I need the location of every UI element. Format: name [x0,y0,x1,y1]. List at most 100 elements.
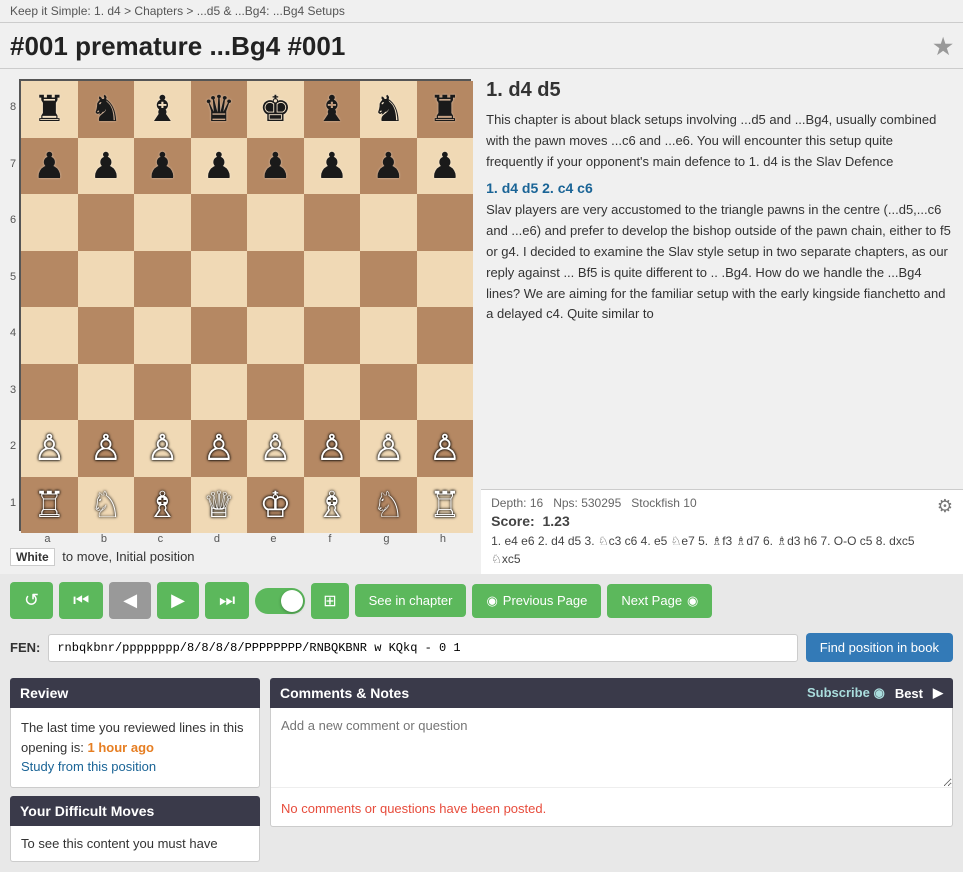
prev-move-button[interactable]: ◀ [109,582,151,619]
board-cell-a1[interactable]: ♖ [21,477,78,534]
board-cell-a6[interactable] [21,194,78,251]
rank-label-2: 2 [10,418,16,475]
board-cell-b3[interactable] [78,364,135,421]
board-cell-a5[interactable] [21,251,78,308]
board-cell-g6[interactable] [360,194,417,251]
board-cell-e3[interactable] [247,364,304,421]
board-cell-d5[interactable] [191,251,248,308]
review-time: 1 hour ago [88,740,154,755]
board-cell-f8[interactable]: ♝ [304,81,361,138]
board-cell-g8[interactable]: ♞ [360,81,417,138]
board-cell-g2[interactable]: ♙ [360,420,417,477]
board-cell-b2[interactable]: ♙ [78,420,135,477]
chess-board[interactable]: ♜♞♝♛♚♝♞♜♟♟♟♟♟♟♟♟♙♙♙♙♙♙♙♙♖♘♗♕♔♗♘♖ [19,79,471,531]
board-cell-f1[interactable]: ♗ [304,477,361,534]
board-cell-d8[interactable]: ♛ [191,81,248,138]
board-cell-c8[interactable]: ♝ [134,81,191,138]
fen-input[interactable] [48,634,797,662]
file-e: e [245,533,302,545]
subscribe-link[interactable]: Subscribe ◉ [807,685,885,701]
board-cell-e4[interactable] [247,307,304,364]
board-cell-f7[interactable]: ♟ [304,138,361,195]
see-in-chapter-button[interactable]: See in chapter [355,584,467,617]
board-cell-a7[interactable]: ♟ [21,138,78,195]
board-cell-f4[interactable] [304,307,361,364]
board-cell-d6[interactable] [191,194,248,251]
board-cell-h2[interactable]: ♙ [417,420,474,477]
board-cell-g3[interactable] [360,364,417,421]
board-cell-b5[interactable] [78,251,135,308]
board-cell-c2[interactable]: ♙ [134,420,191,477]
board-cell-g4[interactable] [360,307,417,364]
board-cell-c4[interactable] [134,307,191,364]
board-cell-h4[interactable] [417,307,474,364]
board-cell-h1[interactable]: ♖ [417,477,474,534]
board-cell-h3[interactable] [417,364,474,421]
find-position-button[interactable]: Find position in book [806,633,953,662]
board-cell-e8[interactable]: ♚ [247,81,304,138]
board-cell-b6[interactable] [78,194,135,251]
board-cell-a8[interactable]: ♜ [21,81,78,138]
board-cell-f3[interactable] [304,364,361,421]
fen-row: FEN: Find position in book [0,627,963,668]
rank-label-1: 1 [10,475,16,532]
engine-moves: 1. e4 e6 2. d4 d5 3. ♘c3 c6 4. e5 ♘e7 5.… [491,532,931,568]
board-cell-e7[interactable]: ♟ [247,138,304,195]
board-cell-h7[interactable]: ♟ [417,138,474,195]
engine-settings-button[interactable]: ⚙ [937,496,953,517]
previous-page-button[interactable]: ◉ Previous Page [472,584,601,618]
board-cell-f6[interactable] [304,194,361,251]
board-cell-b1[interactable]: ♘ [78,477,135,534]
board-cell-e1[interactable]: ♔ [247,477,304,534]
board-cell-c5[interactable] [134,251,191,308]
next-page-button[interactable]: Next Page ◉ [607,584,712,618]
board-cell-d1[interactable]: ♕ [191,477,248,534]
comments-header: Comments & Notes Subscribe ◉ Best ▶ [270,678,953,708]
comment-input[interactable] [271,708,952,788]
board-cell-h5[interactable] [417,251,474,308]
board-cell-f2[interactable]: ♙ [304,420,361,477]
content-paragraph-1: This chapter is about black setups invol… [486,110,953,172]
board-cell-d4[interactable] [191,307,248,364]
move-line-1[interactable]: 1. d4 d5 2. c4 c6 [486,180,953,196]
engine-info: Depth: 16 Nps: 530295 Stockfish 10 Score… [491,496,931,568]
difficult-header: Your Difficult Moves [10,796,260,826]
board-cell-e5[interactable] [247,251,304,308]
bookmark-icon[interactable]: ★ [933,34,953,60]
board-cell-b7[interactable]: ♟ [78,138,135,195]
breadcrumb: Keep it Simple: 1. d4 > Chapters > ...d5… [0,0,963,23]
board-cell-g5[interactable] [360,251,417,308]
board-cell-a4[interactable] [21,307,78,364]
board-cell-g1[interactable]: ♘ [360,477,417,534]
board-cell-b8[interactable]: ♞ [78,81,135,138]
reset-button[interactable]: ↺ [10,582,53,619]
board-cell-e2[interactable]: ♙ [247,420,304,477]
board-cell-c3[interactable] [134,364,191,421]
board-cell-f5[interactable] [304,251,361,308]
next-move-button[interactable]: ▶ [157,582,199,619]
toggle-switch[interactable] [255,588,305,614]
board-cell-a3[interactable] [21,364,78,421]
board-cell-d7[interactable]: ♟ [191,138,248,195]
study-link[interactable]: Study from this position [21,759,156,774]
mode-toggle[interactable] [255,588,305,614]
best-chevron-icon: ▶ [933,685,943,701]
board-cell-c1[interactable]: ♗ [134,477,191,534]
board-cell-h8[interactable]: ♜ [417,81,474,138]
end-button[interactable]: ⏭ [205,582,249,619]
board-cell-d2[interactable]: ♙ [191,420,248,477]
rank-label-4: 4 [10,305,16,362]
board-cell-g7[interactable]: ♟ [360,138,417,195]
start-button[interactable]: ⏮ [59,582,103,619]
board-icon-button[interactable]: ⊞ [311,583,348,619]
board-cell-h6[interactable] [417,194,474,251]
comments-body: No comments or questions have been poste… [270,708,953,827]
board-cell-b4[interactable] [78,307,135,364]
board-cell-a2[interactable]: ♙ [21,420,78,477]
board-cell-c7[interactable]: ♟ [134,138,191,195]
board-cell-c6[interactable] [134,194,191,251]
no-comments-text: No comments or questions have been poste… [271,791,952,826]
board-cell-e6[interactable] [247,194,304,251]
rss-icon: ◉ [873,685,884,700]
board-cell-d3[interactable] [191,364,248,421]
